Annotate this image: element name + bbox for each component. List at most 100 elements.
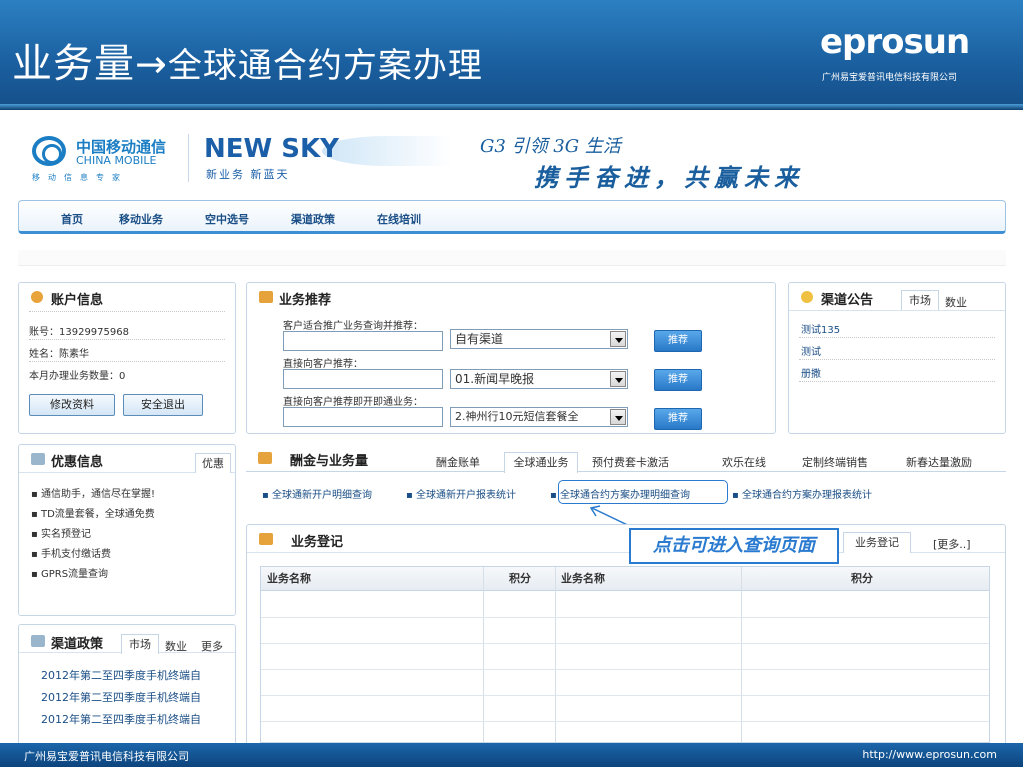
link-new-account-report[interactable]: ▪ 全球通新开户报表统计 <box>406 486 516 501</box>
promo-item[interactable]: ▪ 实名预登记 <box>31 525 91 540</box>
channel-item[interactable]: 2012年第二至四季度手机终端自 <box>41 667 201 683</box>
portal-screenshot: 中国移动通信 CHINA MOBILE 移动信息专家 NEW SKY 新业务 新… <box>0 110 1023 743</box>
notice-tab-data[interactable]: 数业 <box>945 294 967 310</box>
notice-title: 渠道公告 <box>821 293 874 308</box>
notice-item[interactable]: 测试135 <box>801 321 840 336</box>
promo-item[interactable]: ▪ GPRS流量查询 <box>31 565 108 580</box>
notice-tab-market[interactable]: 市场 <box>901 290 939 310</box>
slide-title: 业务量→全球通合约方案办理 <box>12 34 483 96</box>
user-icon <box>31 291 43 303</box>
reward-tab-happy-online[interactable]: 欢乐在线 <box>722 454 766 470</box>
main-nav: 首页 移动业务 空中选号 渠道政策 在线培训 <box>18 200 1006 234</box>
promo-item[interactable]: ▪ TD流量套餐，全球通免费 <box>31 505 155 520</box>
recommend-label-3: 直接向客户推荐即开即通业务： <box>283 397 423 408</box>
link-new-account-detail[interactable]: ▪ 全球通新开户明细查询 <box>262 486 372 501</box>
footer-company: 广州易宝爱普讯电信科技有限公司 <box>24 750 189 763</box>
channel-tab-data[interactable]: 数业 <box>165 638 187 654</box>
promo-panel: 优惠信息 优惠 ▪ 通信助手，通信尽在掌握! ▪ TD流量套餐，全球通免费 ▪ … <box>18 444 236 616</box>
slogan-line2: 携手奋进，共赢未来 <box>534 163 804 192</box>
channel-item[interactable]: 2012年第二至四季度手机终端自 <box>41 711 201 727</box>
register-more-link[interactable]: [更多..] <box>933 536 971 552</box>
eprosun-logo-subtitle: 广州易宝爱普讯电信科技有限公司 <box>822 73 958 83</box>
logo-divider <box>188 134 189 182</box>
china-mobile-logo-icon <box>32 136 66 166</box>
chevron-down-icon <box>610 331 626 347</box>
nav-home[interactable]: 首页 <box>61 211 83 227</box>
reward-tab-spring-incentive[interactable]: 新春达量激励 <box>906 454 972 470</box>
recommend-label-2: 直接向客户推荐： <box>283 359 363 370</box>
newsky-logo: NEW SKY <box>204 134 339 164</box>
arrow-icon: → <box>135 42 168 86</box>
document-icon <box>31 635 45 647</box>
nav-number-selection[interactable]: 空中选号 <box>205 211 249 227</box>
table-row <box>261 695 989 696</box>
nav-spacer <box>18 250 1006 266</box>
account-number: 账号：13929975968 <box>29 327 129 338</box>
newsky-swoosh <box>322 136 452 166</box>
recommend-input-1[interactable] <box>283 331 443 351</box>
edit-profile-button[interactable]: 修改资料 <box>29 394 115 416</box>
notice-item[interactable]: 册撒 <box>801 365 821 380</box>
recommend-button-2[interactable]: 推荐 <box>654 369 702 391</box>
recommend-button-1[interactable]: 推荐 <box>654 330 702 352</box>
reward-tab-gotone[interactable]: 全球通业务 <box>504 452 578 473</box>
newsky-subtitle: 新业务 新蓝天 <box>206 168 290 181</box>
promo-tab[interactable]: 优惠 <box>195 453 231 473</box>
slogan-line1: G3 引领 3G 生活 <box>480 136 621 157</box>
china-mobile-logo: 中国移动通信 CHINA MOBILE 移动信息专家 <box>30 134 184 184</box>
table-header-name: 业务名称 <box>261 567 483 591</box>
megaphone-icon <box>801 291 813 303</box>
channel-item[interactable]: 2012年第二至四季度手机终端自 <box>41 689 201 705</box>
notice-item[interactable]: 测试 <box>801 343 821 358</box>
recommend-select-1[interactable]: 自有渠道 <box>450 329 628 349</box>
chevron-down-icon <box>610 371 626 387</box>
account-business-count: 本月办理业务数量：0 <box>29 371 126 382</box>
link-contract-plan-report[interactable]: ▪ 全球通合约方案办理报表统计 <box>732 486 872 501</box>
channel-tab-more[interactable]: 更多 <box>201 638 223 654</box>
reward-tab-terminal-sales[interactable]: 定制终端销售 <box>802 454 868 470</box>
recommend-title: 业务推荐 <box>279 293 332 308</box>
nav-channel-policy[interactable]: 渠道政策 <box>291 211 335 227</box>
promo-title: 优惠信息 <box>51 455 104 470</box>
slide-title-main: 业务量 <box>12 41 135 87</box>
nav-online-training[interactable]: 在线培训 <box>377 211 421 227</box>
table-row <box>261 669 989 670</box>
coins-icon <box>258 452 272 464</box>
channel-panel: 渠道政策 市场 数业 更多 2012年第二至四季度手机终端自 2012年第二至四… <box>18 624 236 743</box>
nav-mobile-business[interactable]: 移动业务 <box>119 211 163 227</box>
promo-item[interactable]: ▪ 通信助手，通信尽在掌握! <box>31 485 155 500</box>
recommend-input-2[interactable] <box>283 369 443 389</box>
logout-button[interactable]: 安全退出 <box>123 394 203 416</box>
recommend-input-3[interactable] <box>283 407 443 427</box>
slide-footer: 广州易宝爱普讯电信科技有限公司 http://www.eprosun.com <box>0 743 1023 767</box>
table-row <box>261 643 989 644</box>
eprosun-logo: eprosun <box>820 22 970 62</box>
reward-tab-prepaid[interactable]: 预付费套卡激活 <box>592 454 669 470</box>
channel-title: 渠道政策 <box>51 637 104 652</box>
notice-panel: 渠道公告 市场 数业 测试135 测试 册撒 <box>788 282 1006 434</box>
register-tab[interactable]: 业务登记 <box>843 532 911 553</box>
recommend-select-3[interactable]: 2.神州行10元短信套餐全 <box>450 407 628 427</box>
account-panel: 账户信息 账号：13929975968 姓名：陈素华 本月办理业务数量：0 修改… <box>18 282 236 434</box>
register-table: 业务名称 积分 业务名称 积分 <box>260 566 990 743</box>
folder-icon <box>259 291 273 303</box>
china-mobile-tagline: 移动信息专家 <box>32 173 128 182</box>
account-title: 账户信息 <box>51 293 104 308</box>
register-title: 业务登记 <box>291 535 344 550</box>
table-header-name-2: 业务名称 <box>555 567 741 591</box>
promo-item[interactable]: ▪ 手机支付缴话费 <box>31 545 111 560</box>
account-name: 姓名：陈素华 <box>29 349 89 360</box>
china-mobile-en: CHINA MOBILE <box>76 154 157 167</box>
table-row <box>261 721 989 722</box>
table-row <box>261 617 989 618</box>
recommend-select-2[interactable]: 01.新闻早晚报 <box>450 369 628 389</box>
footer-url: http://www.eprosun.com <box>862 748 997 761</box>
document-icon <box>31 453 45 465</box>
channel-tab-market[interactable]: 市场 <box>121 634 159 654</box>
reward-title: 酬金与业务量 <box>290 454 369 469</box>
slide-title-sub: 全球通合约方案办理 <box>167 46 483 86</box>
recommend-button-3[interactable]: 推荐 <box>654 408 702 430</box>
slide-header: 业务量→全球通合约方案办理 eprosun 广州易宝爱普讯电信科技有限公司 <box>0 0 1023 110</box>
reward-tab-bill[interactable]: 酬金账单 <box>436 454 480 470</box>
recommend-panel: 业务推荐 客户适合推广业务查询并推荐： 自有渠道 推荐 直接向客户推荐： 01.… <box>246 282 776 434</box>
